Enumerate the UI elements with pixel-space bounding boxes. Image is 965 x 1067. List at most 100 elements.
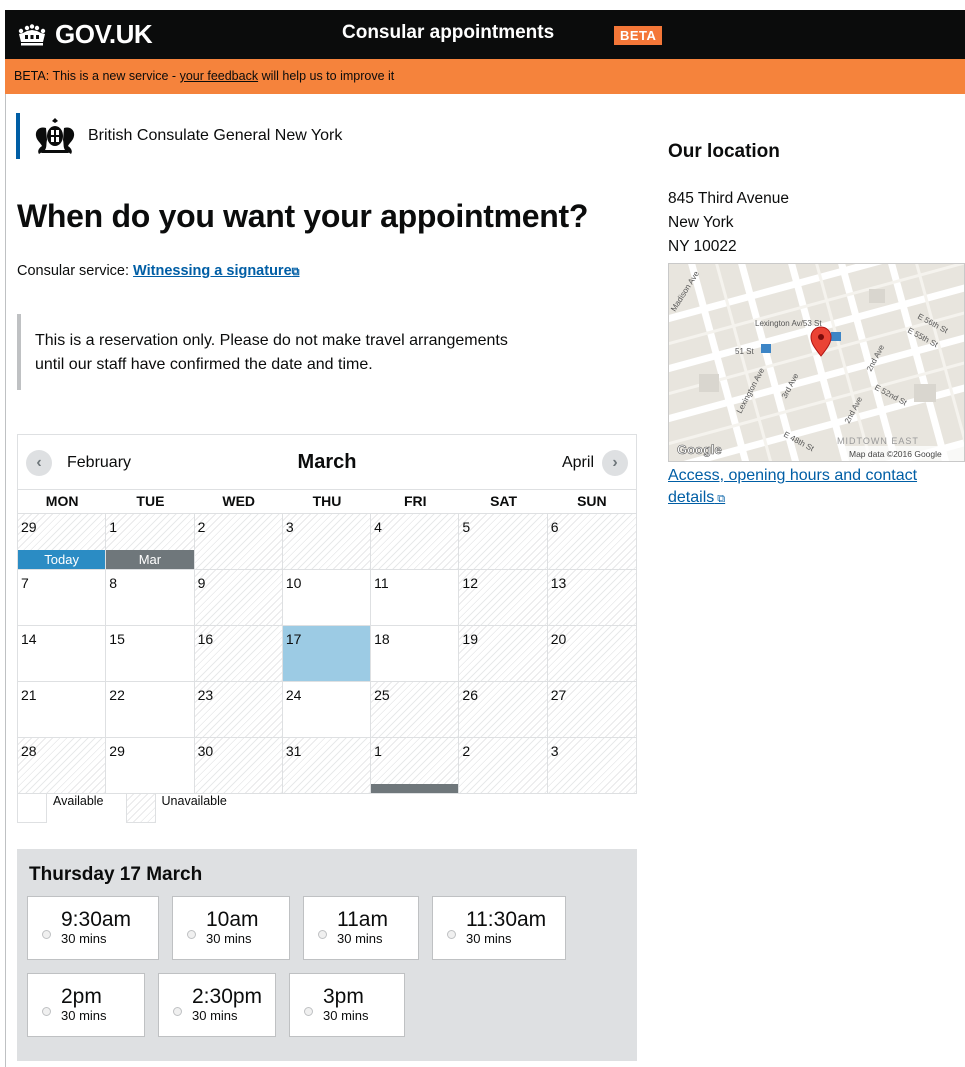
day-number: 29 [109,743,125,759]
time-slot-option[interactable]: 9:30am 30 mins [27,896,159,960]
next-month-link[interactable]: April › [562,450,628,476]
map-attribution: Map data ©2016 Google [849,449,942,459]
chevron-right-icon: › [602,450,628,476]
month-badge: Mar [106,550,194,569]
feedback-link[interactable]: your feedback [180,69,259,83]
time-slot-option[interactable]: 2:30pm 30 mins [158,973,276,1037]
calendar-day[interactable]: 24 [282,682,372,738]
location-title: Our location [668,141,780,162]
service-name[interactable]: Consular appointments [342,22,554,44]
govuk-logo[interactable]: GOV.UK [15,19,153,50]
calendar-day[interactable]: 7 [18,570,107,626]
calendar-day[interactable]: 15 [106,626,195,682]
organisation-name: British Consulate General New York [88,127,343,144]
day-number: 18 [374,631,390,647]
day-number: 1 [109,519,118,535]
day-number: 2 [197,519,206,535]
weekday-sun: SUN [577,493,607,509]
month-badge [371,784,459,793]
time-slot-text: 9:30am 30 mins [61,909,131,947]
calendar-day[interactable]: 14 [18,626,107,682]
service-link-text: Witnessing a signature [133,263,292,279]
calendar-day: 12 [459,570,548,626]
calendar-legend: Available Unavailable [17,793,249,823]
day-number: 24 [285,687,302,703]
slot-duration: 30 mins [206,931,252,946]
weekday-wed: WED [222,493,256,509]
radio-button[interactable] [304,1006,313,1016]
calendar-day: 3 [282,514,372,570]
google-logo: Google [677,442,722,457]
calendar-day: 2 [459,738,548,794]
calendar-navigation: ‹ February March April › [18,435,636,490]
legend-available-swatch [17,793,47,823]
phase-banner-suffix: will help us to improve it [258,69,395,83]
location-map[interactable]: Madison Ave Lexington Av/53 St 51 St Lex… [668,263,965,462]
radio-button[interactable] [42,1006,51,1016]
page-title: When do you want your appointment? [17,198,589,234]
slot-duration: 30 mins [337,931,383,946]
calendar-day[interactable]: 21 [18,682,107,738]
calendar-day[interactable]: 18 [371,626,460,682]
time-slot-row: 2pm 30 mins 2:30pm 30 mins 3pm 30 mins [27,973,627,1037]
day-number: 14 [21,631,37,647]
map-label: MIDTOWN EAST [837,436,919,446]
day-number: 3 [550,743,559,759]
calendar-day: 5 [459,514,548,570]
slot-duration: 30 mins [192,1008,238,1023]
day-number: 16 [197,631,214,647]
day-number: 10 [285,575,302,591]
address: 845 Third Avenue New York NY 10022 [668,187,789,259]
time-slot-option[interactable]: 11:30am 30 mins [432,896,566,960]
calendar-day[interactable]: 22 [106,682,195,738]
day-number: 22 [109,687,125,703]
access-details-link[interactable]: Access, opening hours and contact detail… [668,465,963,510]
service-line: Consular service: Witnessing a signature… [17,263,300,279]
day-number: 9 [197,575,206,591]
day-number: 6 [550,519,559,535]
calendar-day: 19 [459,626,548,682]
slot-duration: 30 mins [323,1008,369,1023]
weekday-sat: SAT [490,493,518,509]
calendar-day[interactable]: 29 [106,738,195,794]
selected-date-heading: Thursday 17 March [29,864,203,885]
weekday-header: MON TUE WED THU FRI SAT SUN [18,490,636,514]
address-line-1: 845 Third Avenue [668,190,789,207]
day-number: 11 [374,575,389,591]
radio-button[interactable] [318,929,327,939]
organisation-logo: British Consulate General New York [16,113,342,159]
calendar-day[interactable]: 17 [282,626,372,682]
calendar-day: 16 [194,626,283,682]
time-slot-text: 11am 30 mins [337,909,388,947]
calendar-day: 13 [547,570,636,626]
day-number: 7 [21,575,29,591]
radio-button[interactable] [187,929,196,939]
notice-line-2: until our staff have confirmed the date … [35,356,373,373]
calendar-day[interactable]: 8 [106,570,195,626]
calendar-grid: 29 Today 1 Mar 2 3 4 5 6 7 8 9 10 11 12 13 14 15 16 17 18 19 2… [18,514,636,794]
time-slot-option[interactable]: 3pm 30 mins [289,973,405,1037]
time-slot-option[interactable]: 2pm 30 mins [27,973,145,1037]
radio-button[interactable] [42,929,51,939]
service-link[interactable]: Witnessing a signature⧉ [133,263,299,279]
phase-banner-prefix: BETA: This is a new service - [14,69,180,83]
external-link-icon: ⧉ [714,493,726,505]
radio-button[interactable] [447,929,456,939]
calendar-day[interactable]: 11 [371,570,460,626]
slot-time: 11am [337,908,388,931]
map-label: Lexington Av/53 St [755,319,822,328]
radio-button[interactable] [173,1006,182,1016]
address-line-3: NY 10022 [668,238,737,255]
time-slot-option[interactable]: 10am 30 mins [172,896,290,960]
calendar-day: 31 [282,738,372,794]
calendar-day[interactable]: 10 [282,570,372,626]
day-number: 15 [109,631,125,647]
day-number: 8 [109,575,118,591]
service-label: Consular service: [17,263,134,279]
day-number: 13 [550,575,567,591]
day-number: 25 [374,687,390,703]
day-number: 2 [462,743,471,759]
calendar-day: 9 [194,570,283,626]
time-slot-option[interactable]: 11am 30 mins [303,896,419,960]
day-number: 19 [462,631,478,647]
